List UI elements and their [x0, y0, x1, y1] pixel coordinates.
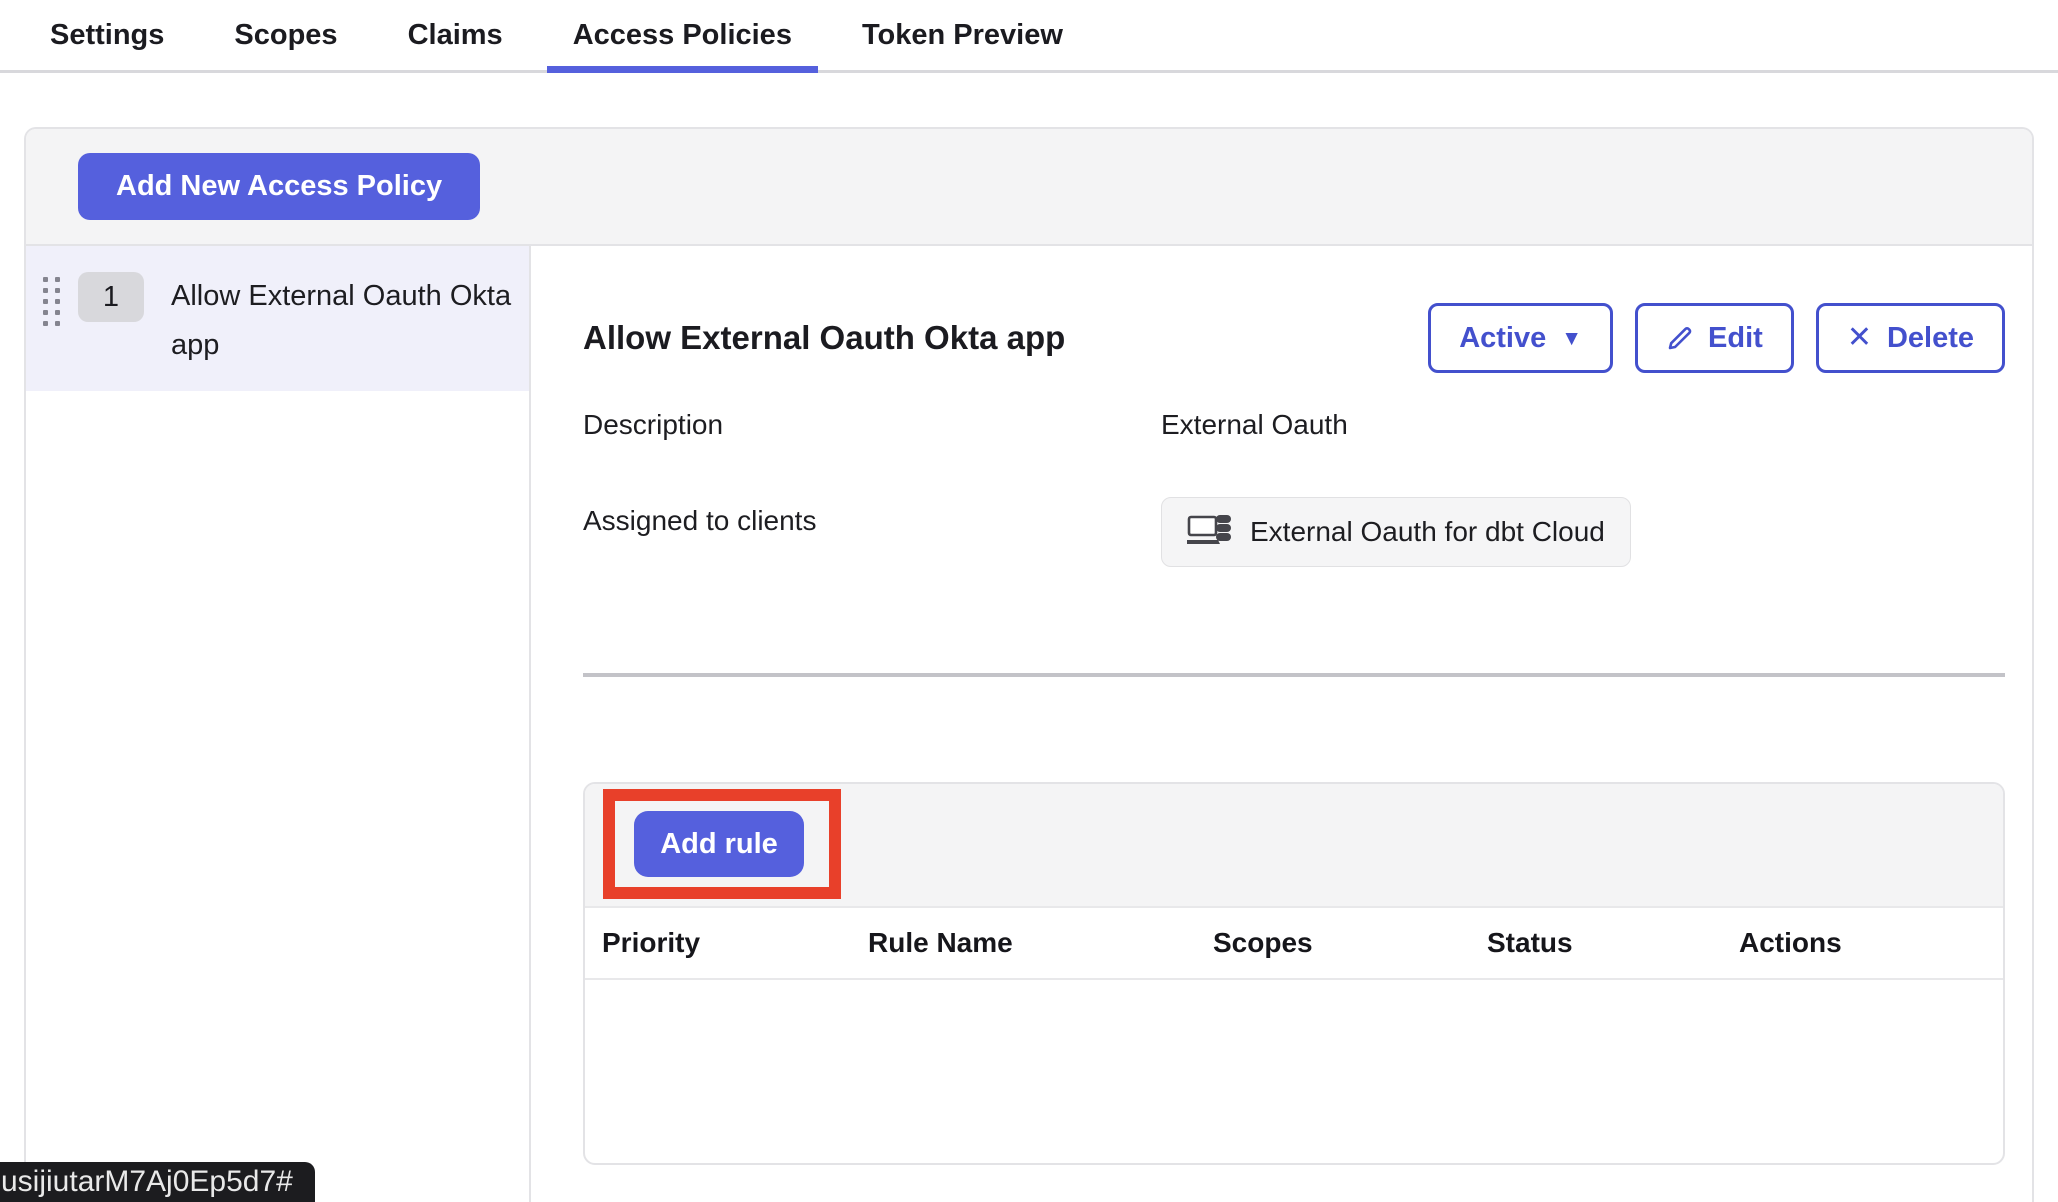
rules-col-scopes: Scopes — [1213, 927, 1487, 959]
tab-token-preview[interactable]: Token Preview — [836, 0, 1089, 70]
assigned-client-chip: External Oauth for dbt Cloud — [1161, 497, 1631, 567]
rules-panel-header: Add rule — [585, 784, 2003, 908]
policy-list: 1 Allow External Oauth Okta app — [26, 246, 531, 1202]
rules-col-actions: Actions — [1739, 927, 2003, 959]
rules-panel: Add rule Priority Rule Name Scopes Statu… — [583, 782, 2005, 1165]
rules-col-priority: Priority — [602, 927, 868, 959]
assigned-clients-label: Assigned to clients — [583, 505, 1161, 537]
policy-title: Allow External Oauth Okta app — [583, 319, 1065, 357]
policy-action-buttons: Active ▼ Edit ✕ Delete — [1428, 303, 2005, 373]
section-divider — [583, 673, 2005, 677]
chevron-down-icon: ▼ — [1561, 328, 1582, 349]
policy-list-item-label: Allow External Oauth Okta app — [171, 272, 519, 370]
tab-bar: Settings Scopes Claims Access Policies T… — [0, 0, 2058, 73]
panel-header: Add New Access Policy — [26, 129, 2032, 246]
rules-table-empty-body — [585, 980, 2003, 1170]
policy-detail: Allow External Oauth Okta app Active ▼ E… — [531, 246, 2032, 1202]
annotation-highlight-box: Add rule — [603, 789, 841, 899]
rules-col-status: Status — [1487, 927, 1739, 959]
drag-handle-icon[interactable] — [42, 276, 62, 329]
rules-col-rule-name: Rule Name — [868, 927, 1213, 959]
add-rule-button[interactable]: Add rule — [634, 811, 804, 877]
tab-scopes[interactable]: Scopes — [208, 0, 363, 70]
tab-claims[interactable]: Claims — [382, 0, 529, 70]
access-policies-panel: Add New Access Policy 1 — [24, 127, 2034, 1202]
rules-table-header-row: Priority Rule Name Scopes Status Actions — [585, 908, 2003, 980]
close-icon: ✕ — [1847, 323, 1872, 353]
pencil-icon — [1666, 325, 1693, 352]
description-value: External Oauth — [1161, 409, 2005, 441]
policy-priority-badge: 1 — [78, 272, 144, 322]
tab-access-policies[interactable]: Access Policies — [547, 0, 818, 70]
laptop-client-icon — [1187, 514, 1233, 550]
tab-settings[interactable]: Settings — [24, 0, 190, 70]
edit-button[interactable]: Edit — [1635, 303, 1794, 373]
delete-button-label: Delete — [1887, 322, 1974, 355]
status-dropdown-label: Active — [1459, 322, 1546, 355]
delete-button[interactable]: ✕ Delete — [1816, 303, 2005, 373]
description-label: Description — [583, 409, 1161, 441]
policy-list-item[interactable]: 1 Allow External Oauth Okta app — [26, 246, 529, 391]
edit-button-label: Edit — [1708, 322, 1763, 355]
status-dropdown-button[interactable]: Active ▼ — [1428, 303, 1613, 373]
add-new-access-policy-button[interactable]: Add New Access Policy — [78, 153, 480, 220]
link-preview-text: usijiutarM7Aj0Ep5d7# — [1, 1165, 293, 1198]
link-preview-statusbar: usijiutarM7Aj0Ep5d7# — [0, 1162, 315, 1202]
assigned-client-name: External Oauth for dbt Cloud — [1250, 516, 1605, 548]
